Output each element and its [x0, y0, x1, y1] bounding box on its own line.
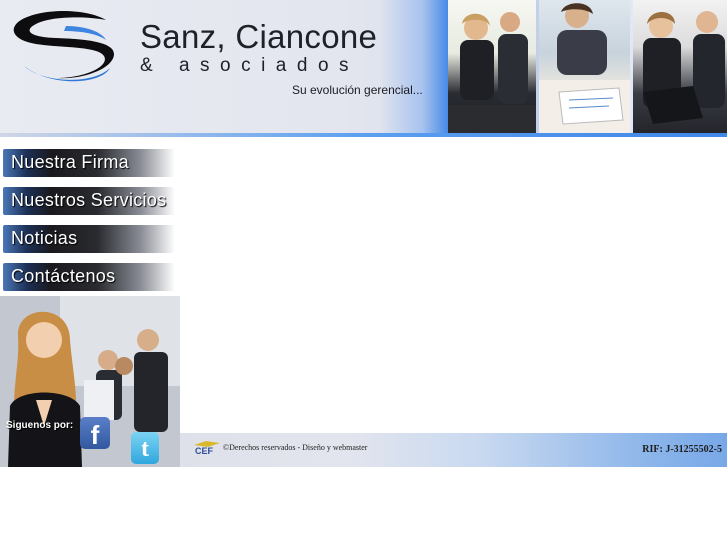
- facebook-icon[interactable]: f: [80, 417, 110, 450]
- menu-item-label: Nuestra Firma: [11, 152, 129, 172]
- menu-item-nuestra-firma[interactable]: Nuestra Firma: [3, 149, 175, 177]
- social-label: Siguenos por:: [6, 420, 74, 431]
- svg-text:CEF: CEF: [195, 446, 214, 456]
- header-photo-laptop: [633, 0, 727, 133]
- swoosh-logo[interactable]: [6, 6, 118, 86]
- twitter-icon[interactable]: t: [131, 432, 159, 464]
- webmaster-logo[interactable]: CEF: [192, 439, 222, 457]
- menu-item-contactenos[interactable]: Contáctenos: [3, 263, 175, 291]
- menu-item-nuestros-servicios[interactable]: Nuestros Servicios: [3, 187, 175, 215]
- header: Sanz, Ciancone & asociados Su evolución …: [0, 0, 727, 137]
- menu-item-label: Nuestros Servicios: [11, 190, 167, 210]
- main-content: [180, 137, 727, 433]
- tagline: Su evolución gerencial...: [292, 83, 423, 97]
- brand-subtitle: & asociados: [140, 55, 360, 76]
- header-photo-team: [448, 0, 536, 133]
- menu-item-noticias[interactable]: Noticias: [3, 225, 175, 253]
- menu-item-label: Contáctenos: [11, 266, 116, 286]
- rif-number: RIF: J-31255502-5: [642, 444, 722, 455]
- copyright-text[interactable]: ©Derechos reservados - Diseño y webmaste…: [223, 443, 367, 452]
- footer: CEF ©Derechos reservados - Diseño y webm…: [180, 433, 727, 467]
- menu-item-label: Noticias: [11, 228, 78, 248]
- brand-name: Sanz, Ciancone: [140, 18, 378, 55]
- header-photo-meeting: [539, 0, 630, 133]
- header-decor-band: [380, 0, 450, 137]
